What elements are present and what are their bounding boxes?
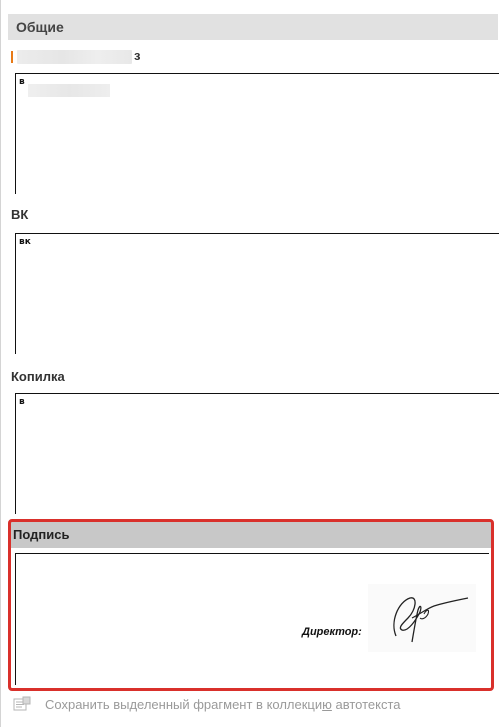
- save-label: Сохранить выделенный фрагмент в коллекци…: [45, 696, 401, 712]
- preview-text: вк: [19, 237, 31, 247]
- preview-text: в: [19, 397, 25, 407]
- entry-title-suffix: з: [134, 48, 141, 63]
- gallery-entry-title-2[interactable]: ВК: [11, 207, 28, 223]
- category-header: Общие: [8, 14, 498, 40]
- save-autotext-icon: [13, 696, 31, 712]
- gallery-entry-title-1[interactable]: з: [11, 48, 140, 64]
- preview-text: в: [19, 77, 25, 87]
- entry-title: ВК: [11, 207, 29, 222]
- entry-marker: [11, 50, 13, 63]
- redacted-title: [17, 49, 132, 64]
- category-title: Общие: [16, 19, 64, 35]
- gallery-entry-title-3[interactable]: Копилка: [11, 369, 65, 385]
- gallery-entry-preview-3[interactable]: в: [15, 393, 499, 514]
- entry-title: Копилка: [11, 369, 65, 384]
- selection-highlight: [8, 519, 494, 691]
- gallery-entry-preview-2[interactable]: вк: [15, 233, 499, 354]
- gallery-entry-preview-1[interactable]: в: [15, 73, 499, 194]
- autotext-gallery-panel: Общие з в ВК вк Копилка в Подпись Директ…: [0, 0, 503, 727]
- redacted-preview: [28, 84, 110, 97]
- save-to-autotext-button[interactable]: Сохранить выделенный фрагмент в коллекци…: [13, 694, 401, 714]
